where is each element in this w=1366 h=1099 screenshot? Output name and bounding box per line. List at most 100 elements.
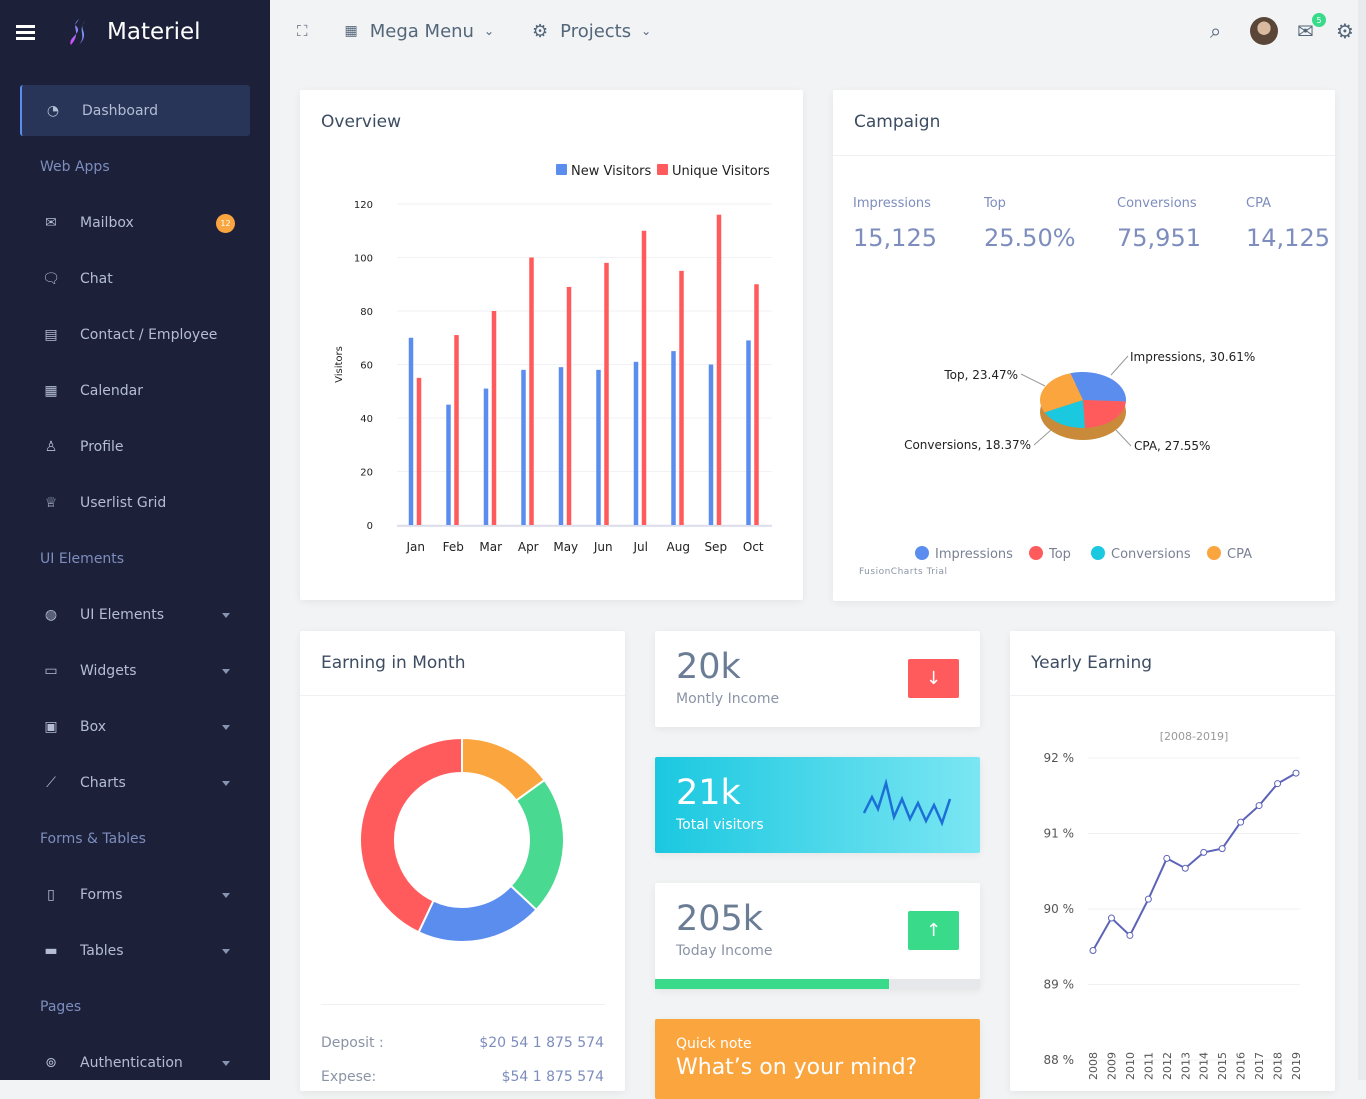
sidebar-item-label: Profile — [80, 439, 124, 455]
pie-data-label: Impressions, 30.61% — [1130, 350, 1255, 364]
pie-data-label: CPA, 27.55% — [1134, 439, 1210, 453]
pie-label-leader — [1033, 429, 1052, 446]
bar-unique-visitors — [416, 377, 422, 525]
caret-down-icon — [222, 948, 230, 954]
quick-note-text: What’s on your mind? — [676, 1055, 918, 1080]
avatar[interactable] — [1250, 17, 1278, 45]
bar-new-visitors — [708, 364, 714, 525]
pie-data-label: Conversions, 18.37% — [904, 438, 1031, 452]
expense-value: $54 1 875 574 — [501, 1069, 604, 1085]
box-icon: ▣ — [44, 719, 58, 735]
pie-data-label: Top, 23.47% — [943, 368, 1018, 382]
sidebar-item-dashboard[interactable]: ◔ Dashboard — [20, 85, 250, 136]
y-tick-label: 88 % — [1044, 1053, 1075, 1067]
mail-icon[interactable]: ✉ 5 — [1297, 13, 1326, 43]
palette-icon: ◍ — [44, 607, 58, 623]
x-tick-label: 2009 — [1105, 1052, 1118, 1080]
sidebar-item-chat[interactable]: 🗨 Chat — [20, 251, 250, 307]
sidebar-item-widgets[interactable]: ▭ Widgets — [20, 643, 250, 699]
quick-note-card[interactable]: Quick note What’s on your mind? — [655, 1019, 980, 1099]
projects-dropdown[interactable]: ⚙ Projects ⌄ — [532, 21, 651, 42]
bar-new-visitors — [596, 369, 601, 525]
sidebar-item-userlist-grid[interactable]: ♕ Userlist Grid — [20, 475, 250, 531]
hamburger-menu-icon[interactable] — [16, 22, 35, 43]
caret-down-icon — [222, 892, 230, 898]
sidebar-section-heading: Pages — [40, 999, 82, 1015]
brand-name: Materiel — [107, 19, 201, 45]
sidebar-item-tables[interactable]: ▬ Tables — [20, 923, 250, 979]
sidebar-item-calendar[interactable]: ▦ Calendar — [20, 363, 250, 419]
line-point — [1163, 854, 1171, 862]
donut-segment — [359, 736, 463, 934]
earning-card: Earning in Month Deposit : $20 54 1 875 … — [300, 631, 625, 1091]
line-point — [1237, 818, 1245, 826]
earning-donut-chart — [359, 736, 565, 943]
bar-unique-visitors — [454, 335, 459, 525]
legend-label: Conversions — [1111, 547, 1191, 562]
mega-menu-dropdown[interactable]: ▦ Mega Menu ⌄ — [345, 21, 495, 42]
sidebar-item-mailbox[interactable]: ✉ Mailbox 12 — [20, 195, 250, 251]
chart-subtitle: [2008-2019] — [1160, 730, 1229, 743]
x-tick-label: Apr — [518, 540, 539, 554]
total-visitors-card: 21k Total visitors — [655, 757, 980, 853]
arrow-up-icon[interactable]: ↑ — [908, 911, 959, 950]
x-tick-label: 2019 — [1290, 1052, 1303, 1080]
line-point — [1218, 845, 1226, 853]
bar-new-visitors — [671, 351, 676, 525]
arrow-down-icon[interactable]: ↓ — [908, 659, 959, 698]
caret-down-icon — [222, 724, 230, 730]
sidebar-item-label: Tables — [80, 943, 124, 959]
bar-new-visitors — [558, 367, 564, 525]
mail-badge: 5 — [1312, 13, 1326, 27]
today-income-value: 205k — [676, 899, 764, 939]
bar-new-visitors — [408, 337, 414, 525]
broadcast-icon: ⊚ — [45, 1055, 57, 1071]
today-progress-track — [655, 979, 980, 989]
sidebar-item-contact-employee[interactable]: ▤ Contact / Employee — [20, 307, 250, 363]
y-tick-label: 80 — [360, 307, 373, 318]
legend-label: Impressions — [935, 547, 1013, 562]
search-icon[interactable]: ⌕ — [1210, 19, 1221, 43]
x-tick-label: 2008 — [1087, 1052, 1100, 1080]
y-tick-label: 92 % — [1044, 751, 1075, 765]
settings-gear-icon[interactable]: ⚙ — [1336, 19, 1354, 43]
sidebar-nav: ◔ Dashboard Web Apps ✉ Mailbox 12 🗨 Chat ▤ Cont… — [20, 85, 250, 1091]
projects-label: Projects — [560, 20, 632, 42]
sidebar-item-forms[interactable]: ▯ Forms — [20, 867, 250, 923]
sidebar-item-profile[interactable]: ♙ Profile — [20, 419, 250, 475]
sidebar: Materiel ◔ Dashboard Web Apps ✉ Mailbox 12 🗨… — [0, 0, 270, 1080]
sidebar-section-heading: UI Elements — [40, 551, 125, 567]
bar-unique-visitors — [566, 286, 572, 525]
gauge-icon: ◔ — [46, 102, 60, 119]
pie-label-leader — [1115, 429, 1132, 447]
chart-line-icon: ⟋ — [46, 775, 56, 791]
y-tick-label: 90 % — [1044, 902, 1075, 916]
x-tick-label: Jan — [406, 540, 426, 554]
expense-label: Expese: — [321, 1069, 377, 1085]
legend-label: CPA — [1227, 547, 1252, 562]
campaign-card: Campaign Impressions 15,125 Top 25.50% C… — [833, 90, 1335, 601]
bar-new-visitors — [746, 340, 751, 525]
fullscreen-icon[interactable]: ⛶ — [297, 22, 308, 40]
x-tick-label: 2013 — [1179, 1052, 1192, 1080]
line-point — [1144, 895, 1152, 903]
grid-icon: ▦ — [344, 23, 358, 39]
caret-down-icon — [222, 780, 230, 786]
sidebar-item-authentication[interactable]: ⊚ Authentication — [20, 1035, 250, 1091]
divider — [321, 1004, 605, 1005]
sidebar-item-charts[interactable]: ⟋ Charts — [20, 755, 250, 811]
monthly-income-label: Montly Income — [676, 691, 780, 707]
y-tick-label: 100 — [354, 254, 373, 265]
overview-card: Overview 0 20 40 60 80 100 120 Visitors Jan Feb Ma… — [300, 90, 803, 600]
sidebar-item-box[interactable]: ▣ Box — [20, 699, 250, 755]
sidebar-item-ui-elements[interactable]: ◍ UI Elements — [20, 587, 250, 643]
legend-swatch — [657, 164, 668, 175]
scrollbar[interactable] — [1358, 0, 1366, 1080]
sidebar-section-heading: Forms & Tables — [40, 831, 146, 847]
legend-marker — [1029, 546, 1043, 560]
x-tick-label: May — [553, 540, 578, 554]
x-tick-label: Sep — [704, 540, 727, 554]
y-tick-label: 89 % — [1044, 978, 1075, 992]
x-tick-label: 2016 — [1235, 1052, 1248, 1080]
fusioncharts-watermark: FusionCharts Trial — [859, 567, 948, 577]
